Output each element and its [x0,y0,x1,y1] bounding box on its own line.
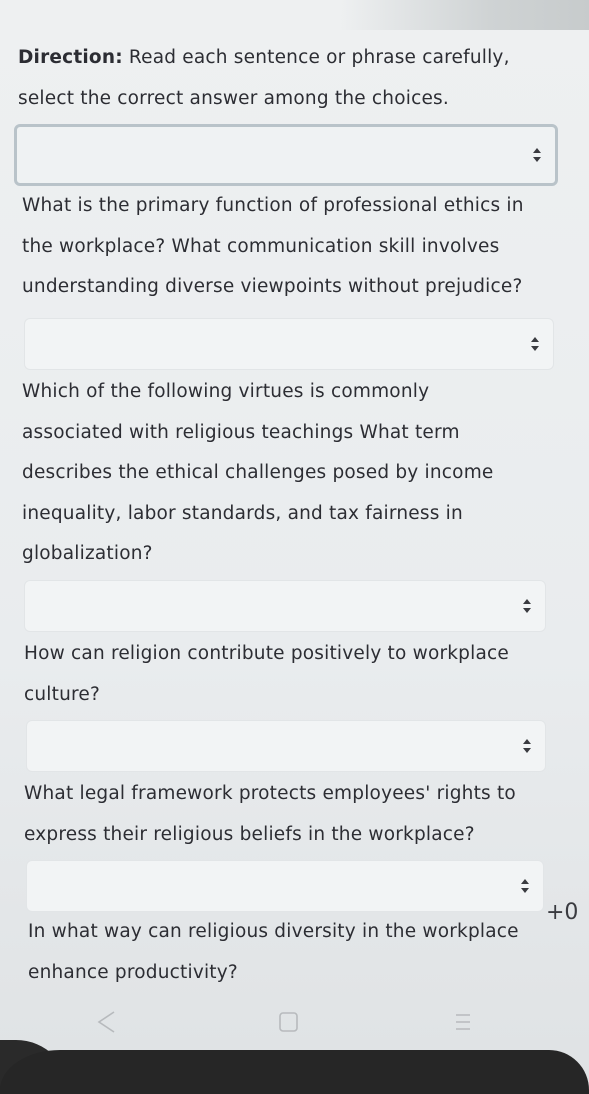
navigation-bar [0,1010,589,1050]
home-square-icon[interactable] [278,1010,300,1038]
side-badge[interactable]: +0 [546,900,578,925]
screen: Direction: Read each sentence or phrase … [0,0,589,1094]
up-down-arrows-icon [521,879,529,893]
answer-select-2[interactable] [24,318,554,370]
question-2: Which of the following virtues is common… [22,381,494,564]
direction-text: Direction: Read each sentence or phrase … [18,38,558,119]
answer-select-4[interactable] [26,720,546,772]
answer-select-5[interactable] [26,860,544,912]
up-down-arrows-icon [533,148,541,162]
back-triangle-icon[interactable] [96,1010,116,1038]
question-3: How can religion contribute positively t… [24,643,509,705]
top-shadow [340,0,589,30]
device-bezel [0,1050,589,1094]
answer-select-1[interactable] [14,124,558,186]
recent-apps-icon[interactable] [452,1010,474,1038]
question-5: In what way can religious diversity in t… [28,921,519,983]
answer-select-3[interactable] [24,580,546,632]
question-1: What is the primary function of professi… [22,195,524,297]
up-down-arrows-icon [523,599,531,613]
up-down-arrows-icon [523,739,531,753]
question-4: What legal framework protects employees'… [24,783,516,845]
direction-label: Direction: [18,47,123,68]
up-down-arrows-icon [531,337,539,351]
